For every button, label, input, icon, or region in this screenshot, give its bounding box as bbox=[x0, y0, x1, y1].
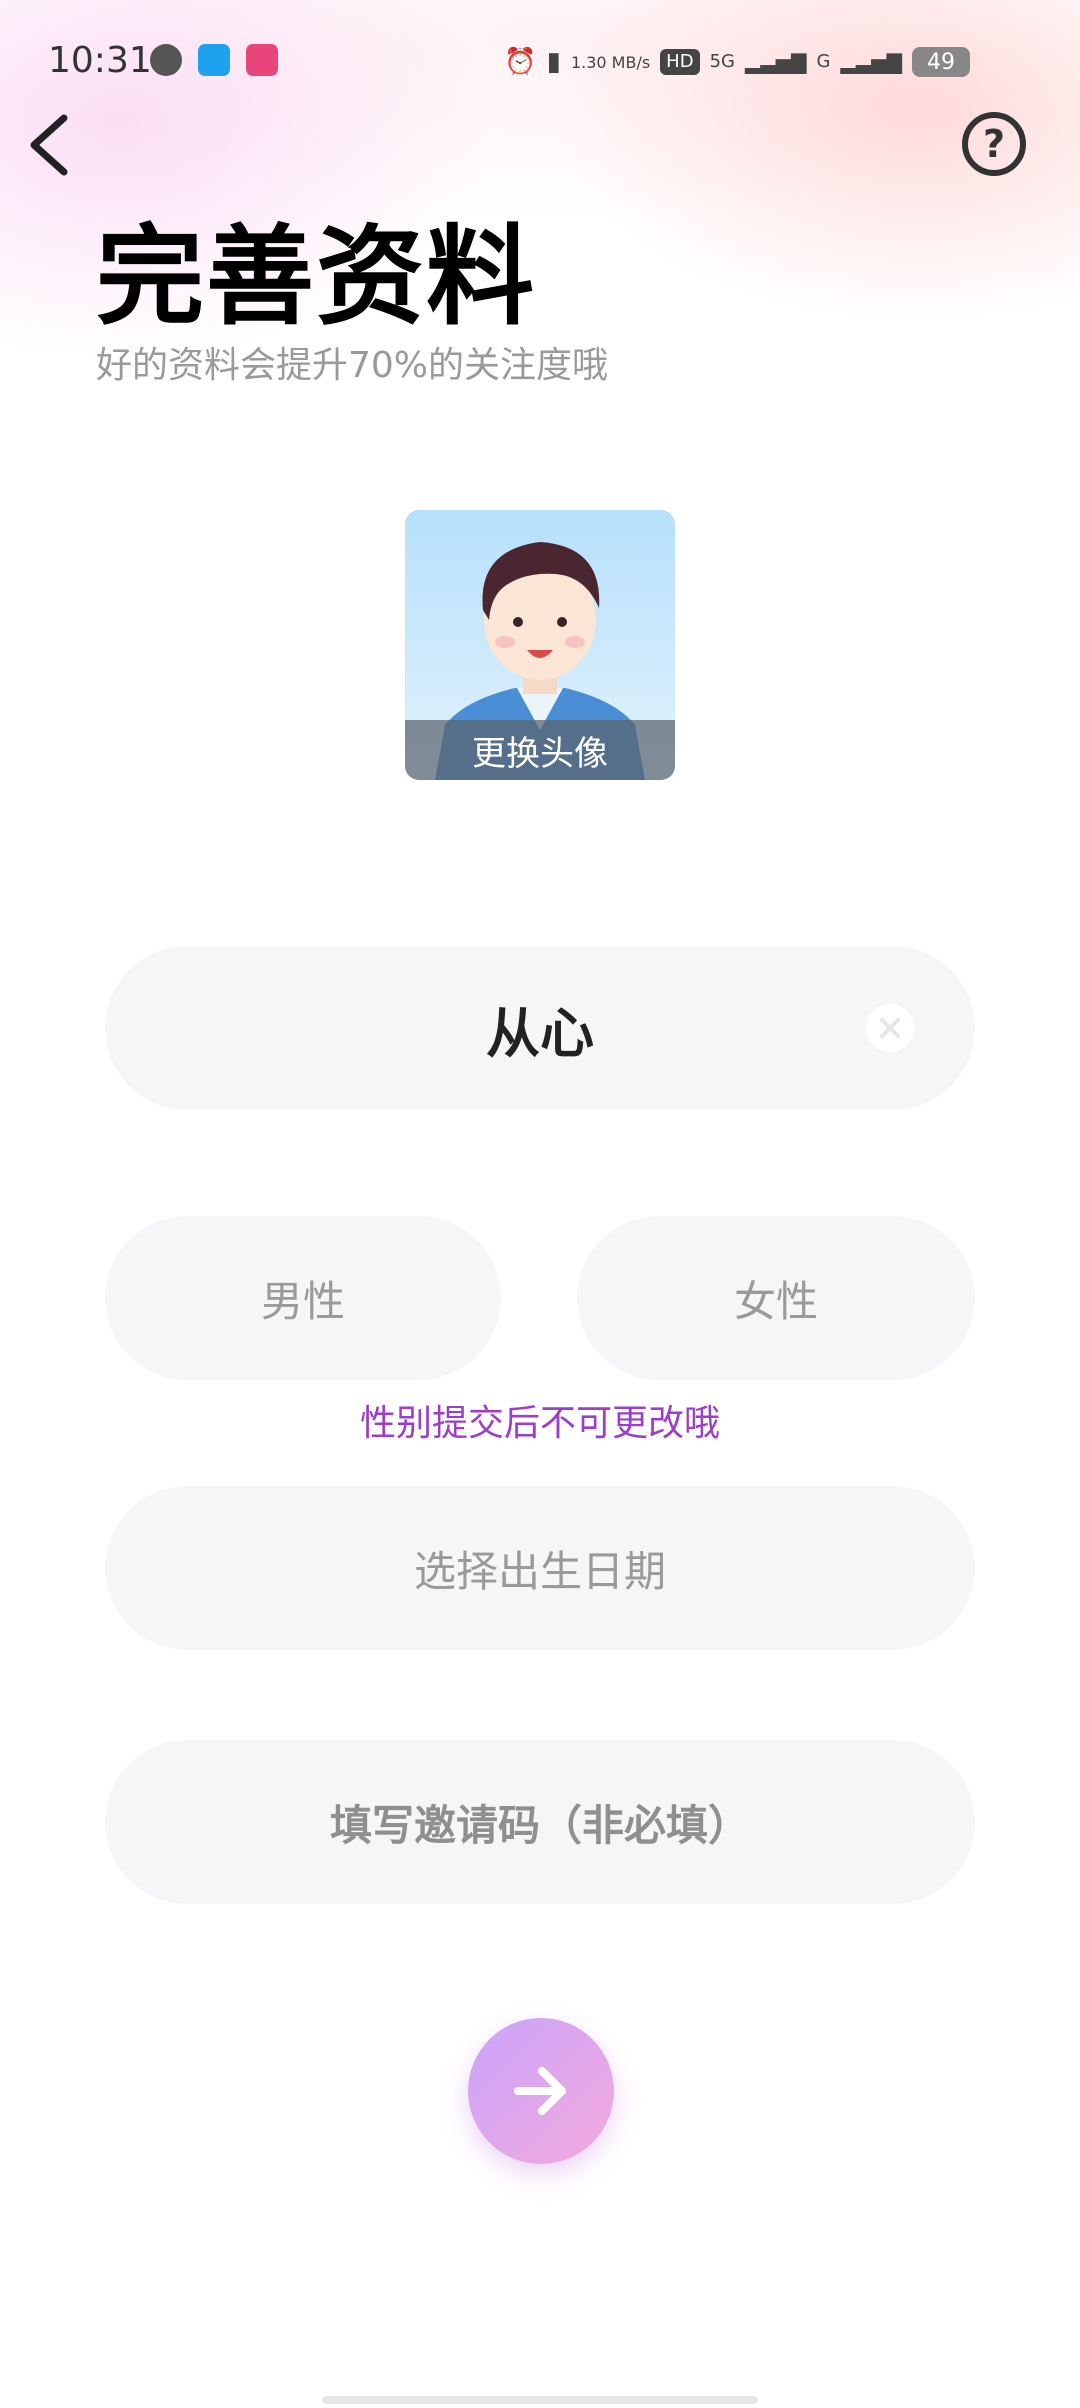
status-icons: ⏰ ▮ 1.30 MB/s HD 5G ▂▃▅▇ G ▂▃▅▇ 49 bbox=[504, 40, 970, 84]
hd-badge: HD bbox=[660, 49, 700, 75]
app-icon-pink bbox=[246, 44, 278, 76]
invite-code-placeholder: 填写邀请码（非必填） bbox=[329, 1800, 750, 1850]
page-subtitle: 好的资料会提升70%的关注度哦 bbox=[96, 345, 609, 386]
vibrate-icon: ▮ bbox=[546, 47, 561, 77]
network-speed: 1.30 MB/s bbox=[570, 52, 651, 72]
nickname-value: 从心 bbox=[486, 1001, 594, 1065]
alarm-icon: ⏰ bbox=[504, 47, 537, 77]
clear-circle-icon bbox=[868, 1006, 912, 1050]
invite-code-input[interactable]: 填写邀请码（非必填） bbox=[105, 1740, 975, 1904]
signal-5g: 5G bbox=[709, 51, 735, 72]
next-button[interactable] bbox=[468, 2018, 614, 2164]
notification-icons bbox=[150, 44, 278, 76]
chevron-left-icon bbox=[30, 114, 68, 176]
signal-bars-icon-2: ▂▃▅▇ bbox=[840, 50, 902, 74]
message-icon bbox=[150, 44, 182, 76]
gender-male-button[interactable]: 男性 bbox=[105, 1216, 501, 1380]
question-circle-icon: ? bbox=[982, 122, 1006, 166]
gender-male-label: 男性 bbox=[260, 1276, 345, 1326]
change-avatar-label: 更换头像 bbox=[405, 720, 675, 780]
birthdate-picker[interactable]: 选择出生日期 bbox=[105, 1486, 975, 1650]
signal-g: G bbox=[816, 51, 831, 72]
page-title: 完善资料 bbox=[96, 215, 537, 340]
clear-nickname-button[interactable] bbox=[866, 1004, 914, 1052]
app-icon-blue bbox=[198, 44, 230, 76]
gender-female-label: 女性 bbox=[733, 1276, 818, 1326]
help-button[interactable]: ? bbox=[962, 112, 1026, 176]
back-button[interactable] bbox=[24, 110, 84, 180]
avatar[interactable]: 更换头像 bbox=[405, 510, 675, 780]
home-indicator[interactable] bbox=[322, 2396, 758, 2404]
nickname-input[interactable]: 从心 bbox=[105, 946, 975, 1110]
signal-bars-icon: ▂▃▅▇ bbox=[744, 50, 807, 74]
status-time: 10:31 bbox=[48, 40, 152, 81]
arrow-right-icon bbox=[514, 2067, 566, 2115]
battery-indicator: 49 bbox=[912, 47, 970, 77]
gender-tip: 性别提交后不可更改哦 bbox=[359, 1403, 720, 1444]
birthdate-placeholder: 选择出生日期 bbox=[413, 1546, 666, 1596]
gender-female-button[interactable]: 女性 bbox=[577, 1216, 975, 1380]
